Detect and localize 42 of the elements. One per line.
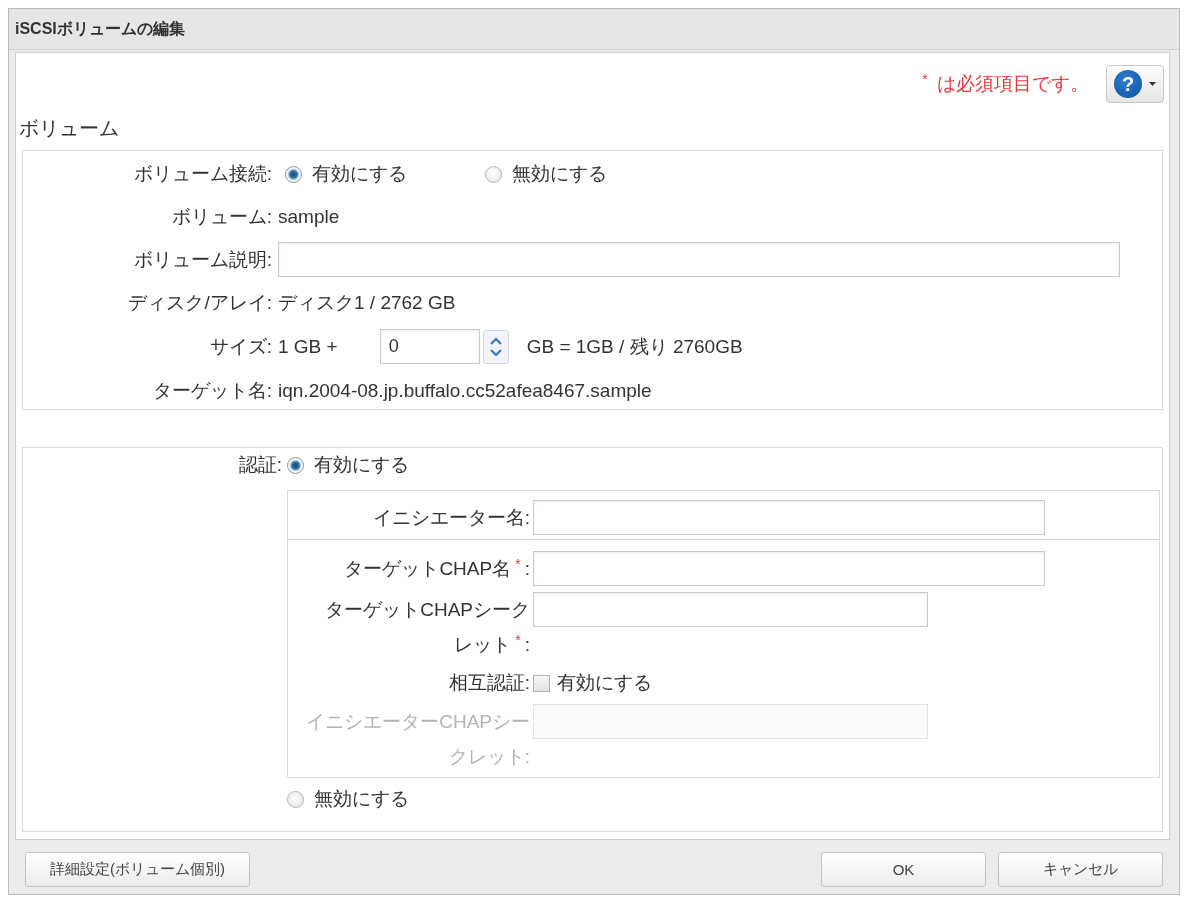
field-value: sample xyxy=(278,205,340,228)
field-label: ターゲットCHAPシークレット$^{*}$: xyxy=(324,598,530,657)
checkbox[interactable] xyxy=(533,674,550,692)
option-label[interactable]: 有効にする xyxy=(312,161,407,187)
field-value: iqn.2004-08.jp.buffalo.cc52afea8467.sample xyxy=(278,379,652,402)
advanced-settings-button[interactable]: 詳細設定(ボリューム個別) xyxy=(25,851,250,887)
required-note: $^{*}$ は必須項目です。 xyxy=(921,71,1089,96)
field-label: ターゲットCHAP名$^{*}$: xyxy=(344,554,530,581)
option-label[interactable]: 無効にする xyxy=(314,786,409,812)
help-button[interactable]: ? xyxy=(1106,65,1164,103)
option-label[interactable]: 有効にする xyxy=(314,452,409,478)
option-label[interactable]: 無効にする xyxy=(512,161,607,187)
radio-button[interactable] xyxy=(285,165,302,183)
field-label: サイズ: xyxy=(209,334,272,359)
field-value: GB = 1GB / 残り 2760GB xyxy=(526,334,743,359)
field-label: ボリューム: xyxy=(171,204,272,229)
password-input[interactable] xyxy=(533,592,928,627)
option-label[interactable]: 有効にする xyxy=(557,670,652,696)
field-label: ボリューム説明: xyxy=(133,247,272,272)
ok-button[interactable]: OK xyxy=(821,851,986,887)
text-input[interactable] xyxy=(533,500,1045,535)
field-label: 相互認証: xyxy=(448,671,530,695)
field-label: ボリューム接続: xyxy=(133,162,272,186)
cancel-button[interactable]: キャンセル xyxy=(998,851,1163,887)
radio-button[interactable] xyxy=(287,790,304,808)
field-label: イニシエーターCHAPシークレット: xyxy=(305,710,530,769)
section-heading: ボリューム xyxy=(19,115,119,141)
text-input[interactable] xyxy=(533,551,1045,586)
help-icon[interactable]: ? xyxy=(1114,70,1142,98)
radio-button[interactable] xyxy=(287,456,304,474)
field-label: イニシエーター名: xyxy=(372,506,530,530)
field-label: ターゲット名: xyxy=(152,378,272,403)
caret-icon[interactable] xyxy=(1149,82,1156,86)
dialog-title: iSCSIボリュームの編集 xyxy=(15,18,185,39)
field-label: 認証: xyxy=(238,453,282,477)
field-value: 1 GB + xyxy=(278,335,338,358)
up-down-chevrons-icon[interactable] xyxy=(482,329,509,364)
field-label: ディスク/アレイ: xyxy=(128,290,272,315)
radio-button[interactable] xyxy=(485,165,502,183)
text-input[interactable] xyxy=(278,242,1120,277)
field-value: ディスク1 / 2762 GB xyxy=(278,290,456,315)
number-input[interactable]: 0 xyxy=(379,329,480,364)
